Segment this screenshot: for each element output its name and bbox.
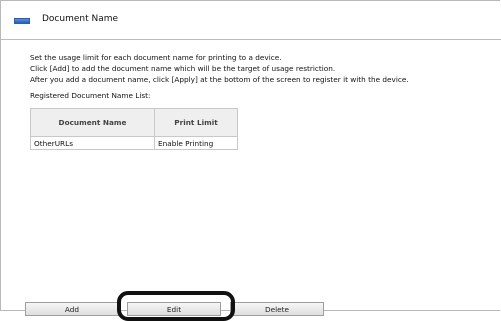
table-header-row: Document Name Print Limit <box>30 108 238 137</box>
document-icon <box>14 18 30 24</box>
panel-header: Document Name <box>1 1 501 40</box>
add-button[interactable]: Add <box>25 302 119 316</box>
panel-title: Document Name <box>42 14 119 24</box>
column-header-document-name: Document Name <box>30 108 155 137</box>
panel-frame <box>0 0 500 311</box>
cell-document-name[interactable]: OtherURLs <box>30 136 155 150</box>
description-line-2: Click [Add] to add the document name whi… <box>30 64 336 73</box>
table-row[interactable]: OtherURLs Enable Printing <box>30 136 238 150</box>
edit-button[interactable]: Edit <box>127 302 221 316</box>
description-line-1: Set the usage limit for each document na… <box>30 53 282 62</box>
delete-button[interactable]: Delete <box>230 302 324 316</box>
document-name-table: Document Name Print Limit OtherURLs Enab… <box>30 108 238 150</box>
description-line-3: After you add a document name, click [Ap… <box>30 75 409 84</box>
column-header-print-limit: Print Limit <box>154 108 238 137</box>
cell-print-limit[interactable]: Enable Printing <box>154 136 238 150</box>
list-label: Registered Document Name List: <box>30 91 151 100</box>
